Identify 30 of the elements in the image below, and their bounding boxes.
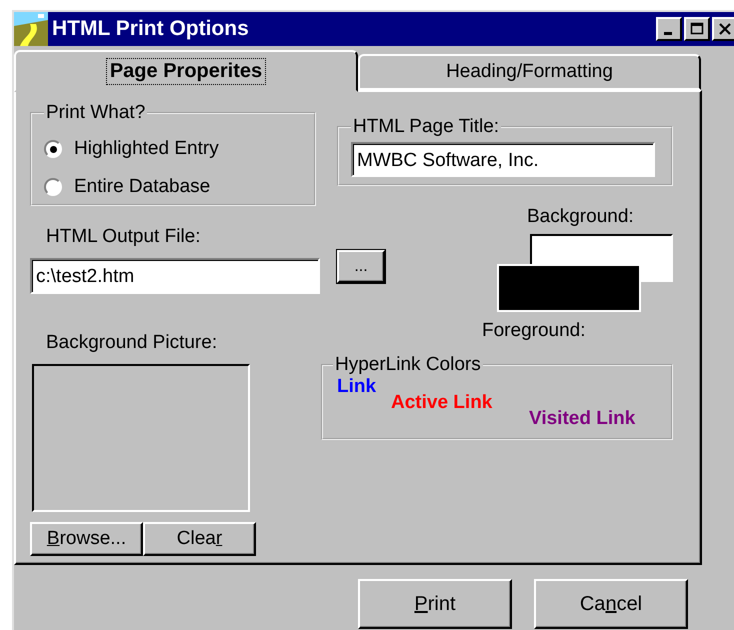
radio-label[interactable]: Entire Database bbox=[74, 176, 210, 198]
output-file-field[interactable]: c:\test2.htm bbox=[30, 258, 320, 294]
road-landscape-icon bbox=[14, 12, 48, 46]
browse-button[interactable]: ... bbox=[337, 250, 385, 283]
link-color-sample[interactable]: Visited Link bbox=[529, 408, 636, 430]
picture-button[interactable]: Browse... bbox=[30, 522, 143, 556]
field-label: Background Picture: bbox=[46, 332, 218, 355]
window-title: HTML Print Options bbox=[52, 17, 250, 41]
dialog-button[interactable]: Cancel bbox=[534, 579, 688, 629]
link-color-sample[interactable]: Link bbox=[337, 376, 376, 398]
close-icon bbox=[718, 22, 732, 36]
minimize-icon bbox=[664, 32, 672, 35]
picture-button[interactable]: Clear bbox=[143, 522, 256, 556]
group-label: HyperLink Colors bbox=[334, 354, 482, 376]
page-title-field[interactable]: MWBC Software, Inc. bbox=[351, 142, 655, 177]
tab[interactable]: Page Properites bbox=[14, 50, 358, 92]
radio-label[interactable]: Highlighted Entry bbox=[74, 138, 219, 160]
tab[interactable]: Heading/Formatting bbox=[358, 54, 701, 90]
color-label: Background: bbox=[527, 206, 635, 229]
color-label: Foreground: bbox=[482, 320, 587, 343]
field-label: HTML Output File: bbox=[46, 226, 202, 249]
radio-button[interactable] bbox=[44, 140, 62, 158]
maximize-icon bbox=[690, 22, 704, 36]
minimize-button[interactable] bbox=[656, 17, 682, 41]
group-label: Print What? bbox=[45, 102, 146, 124]
maximize-button[interactable] bbox=[684, 17, 710, 41]
radio-button[interactable] bbox=[44, 178, 62, 196]
dialog-button[interactable]: Print bbox=[358, 579, 512, 629]
close-button[interactable] bbox=[712, 17, 734, 41]
group-label: HTML Page Title: bbox=[352, 116, 500, 138]
